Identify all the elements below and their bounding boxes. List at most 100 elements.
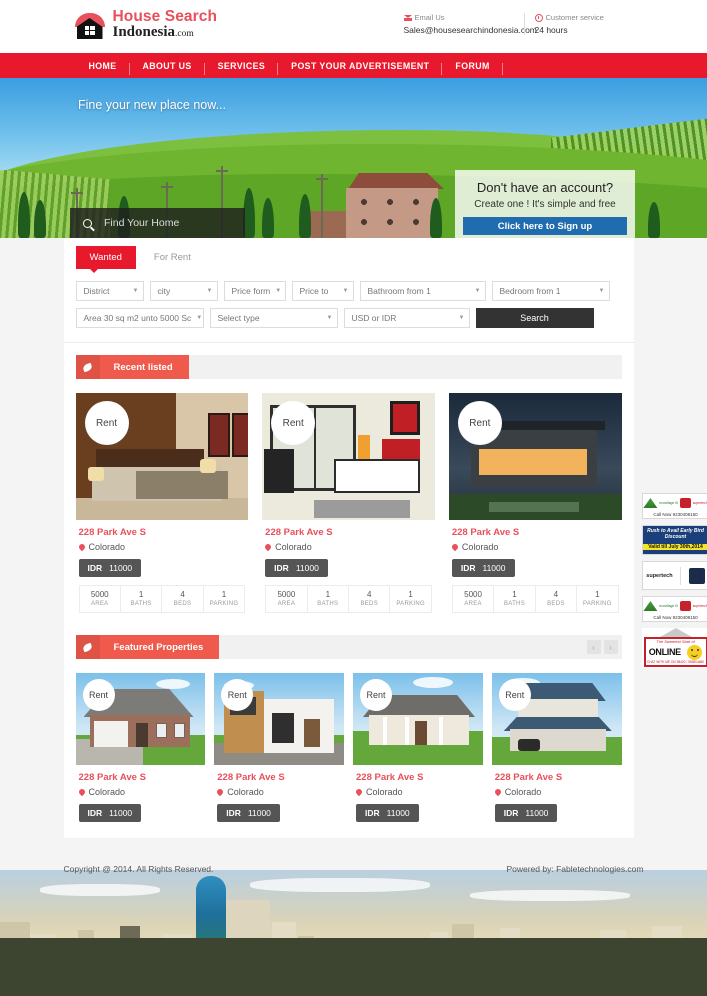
property-location-label: Colorado xyxy=(275,542,312,552)
property-address[interactable]: 228 Park Ave S xyxy=(79,772,203,783)
property-address[interactable]: 228 Park Ave S xyxy=(495,772,619,783)
select-bedroom[interactable]: Bedroom from 1 ▼ xyxy=(491,281,610,301)
stat-parking: 1 PARKING xyxy=(582,590,612,607)
chevron-down-icon: ▼ xyxy=(342,288,349,294)
price-amount: 11000 xyxy=(109,808,133,818)
property-location-label: Colorado xyxy=(227,787,264,797)
price-amount: 11000 xyxy=(247,808,271,818)
select-district[interactable]: District ▼ xyxy=(75,281,144,301)
select-bathroom[interactable]: Bathroom from 1 ▼ xyxy=(359,281,486,301)
status-badge: Rent xyxy=(221,679,254,711)
property-image-modern-house-night[interactable]: Rent xyxy=(448,393,622,520)
tab-for-rent[interactable]: For Rent xyxy=(136,246,209,269)
ad-early-bird-discount[interactable]: Rush to Avail Early Bird Discount Valid … xyxy=(641,525,707,555)
ad-online-signboard[interactable]: The Sweetest Start of ONLINE CHAT WITH M… xyxy=(641,628,707,668)
service-value: 24 hours xyxy=(534,25,568,35)
featured-card[interactable]: Rent 228 Park Ave S Colorado IDR 11000 xyxy=(353,673,483,822)
property-card[interactable]: Rent 228 Park Ave S Colorado IDR 11000 5… xyxy=(262,393,435,613)
property-image-suburban-house[interactable]: Rent xyxy=(75,673,206,765)
select-price-from[interactable]: Price form ▼ xyxy=(223,281,286,301)
property-image-modern-villa[interactable]: Rent xyxy=(214,673,344,765)
select-currency-value: USD or IDR xyxy=(351,313,397,323)
property-address[interactable]: 228 Park Ave S xyxy=(79,527,246,538)
property-image-bedroom-brown[interactable]: Rent xyxy=(75,393,249,520)
property-image-two-storey-house[interactable]: Rent xyxy=(491,673,622,765)
property-price: IDR 11000 xyxy=(78,559,142,577)
smiley-icon xyxy=(687,644,703,660)
tab-wanted[interactable]: Wanted xyxy=(75,246,136,273)
signup-panel: Don't have an account? Create one ! It's… xyxy=(455,170,635,238)
footer-cityscape xyxy=(0,870,707,996)
nav-item-home[interactable]: HOME xyxy=(76,61,130,75)
chevron-right-icon[interactable]: › xyxy=(603,640,618,654)
stat-area: 5000 AREA xyxy=(80,586,121,612)
map-pin-icon xyxy=(354,787,364,797)
property-location: Colorado xyxy=(77,542,246,552)
magnifier-icon[interactable] xyxy=(70,218,104,228)
nav-item-post-your-advertisement[interactable]: POST YOUR ADVERTISEMENT xyxy=(278,61,443,75)
footer-bar: Copyright @ 2014. All Rights Reserved. P… xyxy=(0,856,707,882)
price-currency: IDR xyxy=(274,563,289,573)
property-card[interactable]: Rent 228 Park Ave S Colorado IDR 11000 5… xyxy=(448,393,622,613)
brand-line-1: House Search xyxy=(112,8,218,25)
select-bathroom-value: Bathroom from 1 xyxy=(367,286,431,296)
map-pin-icon xyxy=(77,542,86,552)
recent-listed-header: Recent listed xyxy=(75,355,622,379)
select-currency[interactable]: USD or IDR ▼ xyxy=(343,308,470,328)
select-area[interactable]: Area 30 sq m2 unto 5000 Sc ▼ xyxy=(75,308,204,328)
search-button[interactable]: Search xyxy=(475,308,594,328)
clock-icon xyxy=(534,13,543,22)
search-filter-panel: Wanted For Rent District ▼ city ▼ Price … xyxy=(63,238,634,343)
ecovillage-logo-icon xyxy=(643,601,658,611)
select-city[interactable]: city ▼ xyxy=(149,281,218,301)
search-input[interactable] xyxy=(104,217,234,229)
chevron-left-icon[interactable]: ‹ xyxy=(586,640,601,654)
city-cloud-3 xyxy=(470,890,630,901)
email-value[interactable]: Sales@housesearchindonesia.com xyxy=(404,25,537,35)
map-pin-icon xyxy=(263,542,273,552)
property-address[interactable]: 228 Park Ave S xyxy=(356,772,480,783)
brand-line-2: Indonesia xyxy=(112,24,176,41)
select-bedroom-value: Bedroom from 1 xyxy=(499,286,561,296)
select-type[interactable]: Select type ▼ xyxy=(209,308,338,328)
featured-card[interactable]: Rent 228 Park Ave S Colorado IDR 11000 xyxy=(75,673,206,822)
property-address[interactable]: 228 Park Ave S xyxy=(265,527,432,538)
select-type-value: Select type xyxy=(217,313,260,323)
ad-caption: Call Now 9230408150 xyxy=(653,615,698,620)
property-stats: 5000 AREA 1 BATHS 4 BEDS 1 PARKING xyxy=(78,585,246,613)
price-currency: IDR xyxy=(503,808,519,818)
property-image-ranch-house[interactable]: Rent xyxy=(353,673,483,765)
price-currency: IDR xyxy=(87,563,103,573)
stat-parking: 1 PARKING xyxy=(209,590,239,607)
property-price: IDR 11000 xyxy=(78,804,142,822)
map-pin-icon xyxy=(216,787,225,797)
chevron-down-icon: ▼ xyxy=(474,288,481,294)
map-pin-icon xyxy=(450,542,460,552)
property-image-bedroom-red[interactable]: Rent xyxy=(262,393,435,520)
ad-supertech[interactable]: supertech xyxy=(641,561,707,590)
nav-item-services[interactable]: SERVICES xyxy=(205,61,279,75)
map-pin-icon xyxy=(77,787,86,797)
stat-area: 5000 AREA xyxy=(453,586,495,612)
chevron-down-icon: ▼ xyxy=(326,315,333,321)
nav-item-forum[interactable]: FORUM xyxy=(442,61,503,75)
status-badge: Rent xyxy=(82,679,115,711)
select-price-to[interactable]: Price to ▼ xyxy=(291,281,354,301)
featured-card[interactable]: Rent 228 Park Ave S Colorado IDR 11000 xyxy=(214,673,344,822)
featured-card[interactable]: Rent 228 Park Ave S Colorado IDR 11000 xyxy=(491,673,622,822)
property-address[interactable]: 228 Park Ave S xyxy=(217,772,341,783)
hero-search-bar[interactable] xyxy=(70,208,245,238)
ad-ecovillage-supertech-bottom[interactable]: ecovillage III supertech Call Now 923040… xyxy=(641,596,707,622)
property-card[interactable]: Rent 228 Park Ave S Colorado IDR 11000 5… xyxy=(75,393,249,613)
featured-properties-cards: Rent 228 Park Ave S Colorado IDR 11000 R… xyxy=(75,659,622,838)
map-pin-icon xyxy=(493,787,502,797)
nav-item-about-us[interactable]: ABOUT US xyxy=(130,61,205,75)
status-badge: Rent xyxy=(360,679,392,711)
property-address[interactable]: 228 Park Ave S xyxy=(452,527,619,538)
envelope-icon xyxy=(403,14,412,21)
ad-ecovillage-supertech-top[interactable]: ecovillage III supertech Call Now 923040… xyxy=(641,493,707,519)
ecovillage-logo-icon xyxy=(643,498,658,508)
property-stats: 5000 AREA 1 BATHS 4 BEDS 1 PARKING xyxy=(265,585,432,613)
signup-button[interactable]: Click here to Sign up xyxy=(463,217,627,235)
price-amount: 11000 xyxy=(295,563,319,573)
